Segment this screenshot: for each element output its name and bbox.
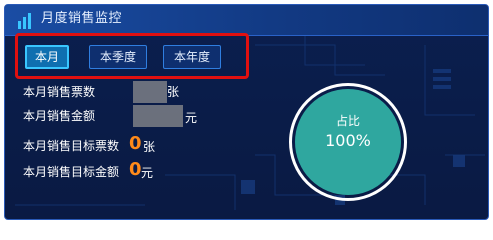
tickets-unit: 张 — [167, 85, 180, 99]
tab-this-year[interactable]: 本年度 — [163, 45, 221, 69]
amount-unit: 元 — [185, 111, 198, 125]
sales-monitor-panel: 月度销售监控 本月 本季度 本年度 本月销售票数 张 本月销售金额 元 本月销售… — [4, 4, 489, 220]
target-amount-value: 0 — [129, 159, 142, 180]
target-amount-unit: 元 — [141, 166, 154, 180]
tickets-label: 本月销售票数 — [23, 85, 96, 99]
target-tickets-value: 0 — [129, 133, 142, 154]
amount-value-redacted — [133, 105, 183, 127]
amount-label: 本月销售金额 — [23, 109, 96, 123]
panel-header: 月度销售监控 — [5, 5, 488, 36]
tab-this-quarter[interactable]: 本季度 — [89, 45, 147, 69]
target-amount-label: 本月销售目标金额 — [23, 165, 120, 179]
ratio-value: 100% — [325, 131, 371, 150]
target-tickets-label: 本月销售目标票数 — [23, 139, 120, 153]
tickets-value-redacted — [133, 81, 167, 103]
ratio-label: 占比 — [335, 114, 360, 128]
panel-title: 月度销售监控 — [41, 11, 123, 26]
bar-chart-icon — [18, 13, 31, 29]
tab-this-month[interactable]: 本月 — [25, 45, 69, 69]
target-tickets-unit: 张 — [143, 140, 156, 154]
